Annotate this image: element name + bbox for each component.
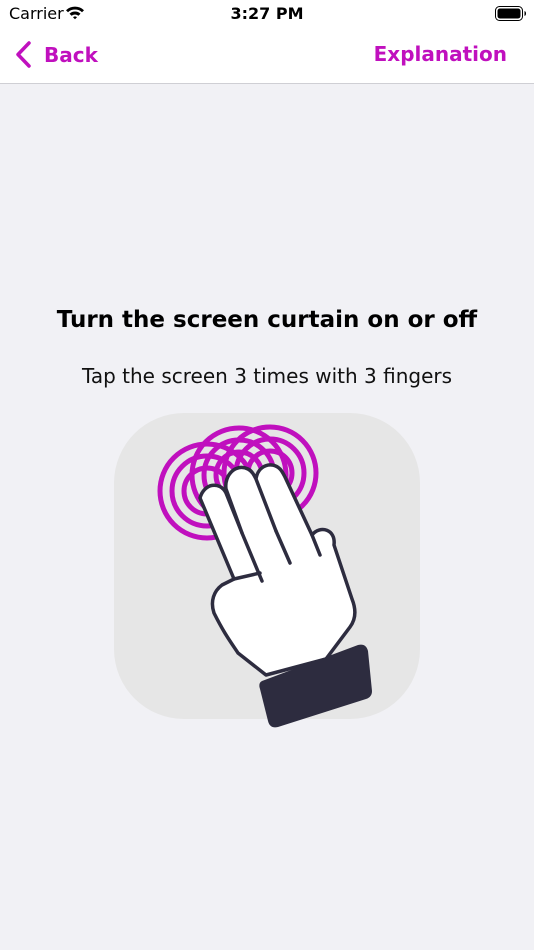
hand-icon [198, 463, 357, 677]
page-title: Turn the screen curtain on or off [56, 307, 478, 333]
status-time: 3:27 PM [230, 4, 304, 23]
back-button[interactable]: Back [12, 40, 98, 70]
back-label: Back [44, 43, 98, 67]
instruction-text: Tap the screen 3 times with 3 fingers [81, 364, 453, 388]
top-bar: Carrier 3:27 PM Back Explanation [0, 0, 534, 84]
chevron-left-icon [12, 40, 34, 70]
battery-icon [495, 6, 527, 25]
three-finger-triple-tap-icon [114, 413, 420, 728]
status-bar: Carrier 3:27 PM [0, 0, 534, 28]
navigation-bar: Back Explanation [0, 28, 534, 83]
explanation-button[interactable]: Explanation [374, 42, 507, 66]
